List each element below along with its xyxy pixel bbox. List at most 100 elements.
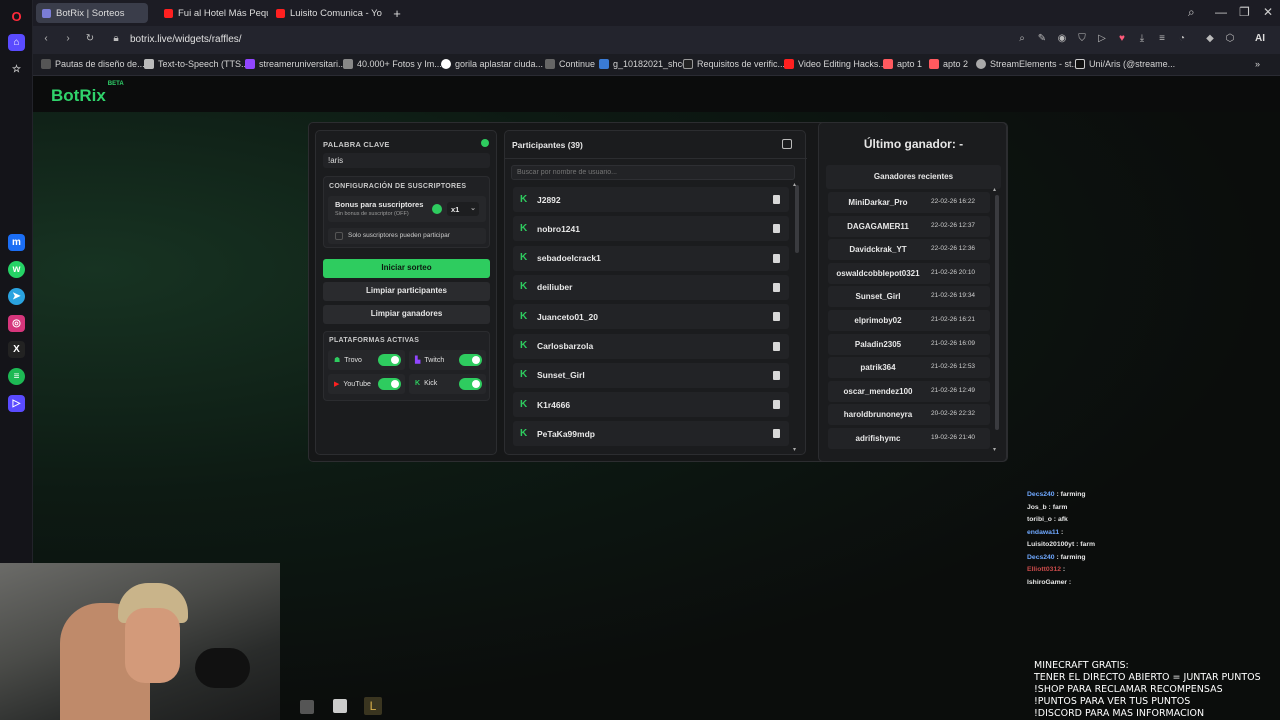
winner-scrollbar[interactable] xyxy=(995,195,999,430)
participant-row: K Sunset_Girl xyxy=(513,362,789,388)
zoom-icon[interactable]: ⌕ xyxy=(1015,33,1029,47)
bookmark-item[interactable]: apto 1 xyxy=(883,59,922,69)
bookmark-item[interactable]: gorila aplastar ciuda... xyxy=(441,59,543,69)
back-icon[interactable]: ‹ xyxy=(39,33,53,47)
kick-toggle[interactable] xyxy=(459,378,482,390)
winner-row: Paladin2305 21-02-26 16:09 xyxy=(828,333,990,355)
menu-icon[interactable]: ≡ xyxy=(1155,33,1169,47)
copy-icon[interactable] xyxy=(782,139,792,149)
participant-name: K1r4666 xyxy=(537,399,571,410)
app-header xyxy=(33,76,1280,112)
participant-search-input[interactable] xyxy=(511,165,795,180)
trash-icon[interactable] xyxy=(773,282,780,292)
close-icon[interactable]: ✕ xyxy=(1263,5,1273,19)
participant-row: K K1r4666 xyxy=(513,392,789,418)
camera-icon[interactable]: ◉ xyxy=(1055,33,1069,47)
player-icon[interactable]: ▷ xyxy=(8,395,25,412)
youtube-favicon-icon xyxy=(164,8,173,18)
scroll-down-icon[interactable]: ▾ xyxy=(993,446,996,453)
trash-icon[interactable] xyxy=(773,224,780,234)
clear-winners-button[interactable]: Limpiar ganadores xyxy=(323,305,490,324)
tab-youtube-hotel[interactable]: Fui al Hotel Más Pequeño xyxy=(158,3,268,23)
info-icon[interactable] xyxy=(481,139,489,147)
taskbar-app-icon[interactable] xyxy=(333,699,347,713)
whatsapp-icon[interactable]: w xyxy=(8,261,25,278)
messenger-icon[interactable]: m xyxy=(8,234,25,251)
spotify-icon[interactable]: ≡ xyxy=(8,368,25,385)
tab-youtube-luisito[interactable]: Luisito Comunica - YouTu xyxy=(270,3,382,23)
download-icon[interactable]: ⤓ xyxy=(1135,33,1149,47)
bookmark-item[interactable]: apto 2 xyxy=(929,59,968,69)
bookmark-item[interactable]: g_10182021_shcc xyxy=(599,59,687,69)
chat-text: : afk xyxy=(1051,516,1068,523)
chat-message: toribi_o : afk xyxy=(1027,516,1068,523)
trash-icon[interactable] xyxy=(773,429,780,439)
scroll-down-icon[interactable]: ▾ xyxy=(793,446,796,453)
youtube-toggle[interactable] xyxy=(378,378,401,390)
profile-icon[interactable]: ◔ xyxy=(1175,33,1189,47)
bookmark-item[interactable]: Uni/Aris (@streame... xyxy=(1075,59,1175,69)
twitch-toggle[interactable] xyxy=(459,354,482,366)
scroll-up-icon[interactable]: ▴ xyxy=(993,186,996,193)
trash-icon[interactable] xyxy=(773,312,780,322)
trash-icon[interactable] xyxy=(773,195,780,204)
search-tabs-icon[interactable]: ⌕ xyxy=(1188,5,1195,20)
subs-only-row[interactable]: Solo suscriptores pueden participar xyxy=(328,228,486,244)
x-icon[interactable]: X xyxy=(8,341,25,358)
participant-name: Sunset_Girl xyxy=(537,370,585,381)
ai-button[interactable]: AI xyxy=(1245,33,1275,47)
bookmark-item[interactable]: Text-to-Speech (TTS... xyxy=(144,59,249,69)
winner-date: 21-02-26 12:53 xyxy=(930,363,976,371)
last-winner: Último ganador: - xyxy=(863,137,964,151)
trash-icon[interactable] xyxy=(773,341,780,351)
scroll-up-icon[interactable]: ▴ xyxy=(793,181,796,188)
instagram-icon[interactable]: ◎ xyxy=(8,315,25,332)
bookmark-item[interactable]: 40.000+ Fotos y Im... xyxy=(343,59,442,69)
trash-icon[interactable] xyxy=(773,370,780,380)
subs-only-checkbox[interactable] xyxy=(335,232,343,240)
star-icon[interactable]: ☆ xyxy=(8,61,25,78)
clear-participants-button[interactable]: Limpiar participantes xyxy=(323,282,490,301)
cube-icon[interactable]: ⬡ xyxy=(1223,33,1237,47)
multiplier-select[interactable]: x1 ⌄ xyxy=(447,202,479,216)
bookmark-item[interactable]: streameruniversitari... xyxy=(245,59,346,69)
start-raffle-button[interactable]: Iniciar sorteo xyxy=(323,259,490,278)
chat-message: Decs240 : farming xyxy=(1027,554,1086,561)
bookmark-item[interactable]: Pautas de diseño de... xyxy=(41,59,145,69)
kick-icon: K xyxy=(520,398,528,410)
heart-icon[interactable]: ♥ xyxy=(1115,33,1129,47)
forward-icon[interactable]: › xyxy=(61,33,75,47)
winners-panel: Último ganador: - Ganadores recientes Mi… xyxy=(818,122,1007,462)
botrix-logo[interactable]: BotRixBETA xyxy=(51,81,124,106)
minimize-icon[interactable]: — xyxy=(1215,5,1227,19)
keyword-input[interactable]: !aris xyxy=(323,153,490,168)
trovo-toggle[interactable] xyxy=(378,354,401,366)
participants-panel: Participantes (39) KJ2892Knobro1241Kseba… xyxy=(504,130,807,455)
new-tab-button[interactable]: + xyxy=(389,3,405,23)
url-field[interactable]: botrix.live/widgets/raffles/ xyxy=(130,34,242,45)
bookmark-item[interactable]: Continue xyxy=(545,59,595,69)
bookmarks-overflow-icon[interactable]: » xyxy=(1255,59,1260,69)
play-icon[interactable]: ▷ xyxy=(1095,33,1109,47)
extension-icon[interactable]: ◆ xyxy=(1203,33,1217,47)
taskbar-app-icon[interactable] xyxy=(300,700,314,714)
bonus-info-icon[interactable] xyxy=(432,204,442,214)
bookmark-item[interactable]: StreamElements - st... xyxy=(976,59,1079,69)
reload-icon[interactable]: ↻ xyxy=(83,33,97,47)
trash-icon[interactable] xyxy=(773,400,780,410)
opera-logo-icon[interactable]: O xyxy=(8,8,25,25)
participant-scrollbar[interactable] xyxy=(795,185,799,253)
bookmark-item[interactable]: Video Editing Hacks... xyxy=(784,59,886,69)
platforms-section: PLATAFORMAS ACTIVAS ☗ Trovo ▙ Twitch ▶ YouT… xyxy=(323,331,490,401)
telegram-icon[interactable]: ➤ xyxy=(8,288,25,305)
chat-text: : xyxy=(1059,528,1064,536)
home-icon[interactable]: ⌂ xyxy=(8,34,25,51)
maximize-icon[interactable]: ❐ xyxy=(1239,5,1250,19)
bookmark-item[interactable]: Requisitos de verific... xyxy=(683,59,785,69)
shield-icon[interactable]: ⛉ xyxy=(1075,33,1089,47)
tab-botrix[interactable]: BotRix | Sorteos xyxy=(36,3,148,23)
edit-icon[interactable]: ✎ xyxy=(1035,33,1049,47)
streamelements-icon xyxy=(976,59,986,69)
league-icon[interactable]: L xyxy=(364,697,382,715)
trash-icon[interactable] xyxy=(773,253,780,263)
